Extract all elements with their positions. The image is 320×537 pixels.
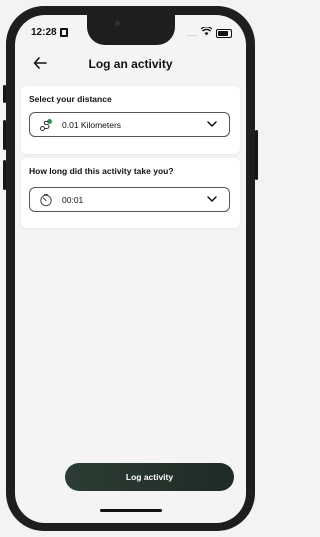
wifi-icon <box>200 26 213 39</box>
route-icon <box>39 118 53 132</box>
chevron-down-icon <box>205 192 219 206</box>
battery-icon <box>216 28 232 38</box>
phone-mockup: 12:28 .... Log an activity Select your d… <box>0 0 261 537</box>
status-bar-right: .... <box>186 26 232 39</box>
mute-switch <box>3 85 6 103</box>
header: Log an activity <box>15 53 246 77</box>
signal-icon: .... <box>186 28 197 38</box>
duration-label: How long did this activity take you? <box>29 166 174 176</box>
page-title: Log an activity <box>88 57 173 71</box>
status-bar-time: 12:28 <box>31 27 68 38</box>
log-activity-button[interactable]: Log activity <box>65 463 234 491</box>
camera-icon <box>115 21 120 26</box>
distance-label: Select your distance <box>29 94 112 104</box>
distance-card: Select your distance 0.01 Kilometers <box>21 86 240 154</box>
duration-card: How long did this activity take you? 00:… <box>21 158 240 228</box>
power-button <box>255 130 258 180</box>
volume-down-button <box>3 160 6 190</box>
duration-select[interactable]: 00:01 <box>29 187 230 212</box>
status-time-text: 12:28 <box>31 27 57 38</box>
app-screen: 12:28 .... Log an activity Select your d… <box>15 15 246 523</box>
timer-icon <box>39 193 53 207</box>
distance-select[interactable]: 0.01 Kilometers <box>29 112 230 137</box>
distance-value: 0.01 Kilometers <box>62 120 122 130</box>
notch <box>87 15 175 45</box>
volume-up-button <box>3 120 6 150</box>
home-indicator <box>100 509 162 512</box>
sim-icon <box>59 28 68 37</box>
chevron-down-icon <box>205 117 219 131</box>
duration-value: 00:01 <box>62 195 84 205</box>
